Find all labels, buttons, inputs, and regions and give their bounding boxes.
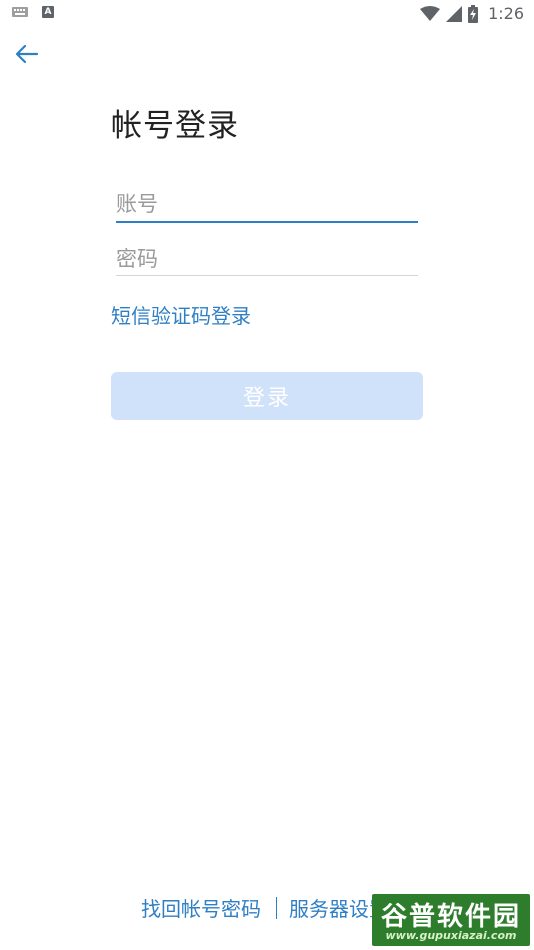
watermark-brand: 谷普软件园 (380, 902, 521, 932)
login-button[interactable]: 登录 (111, 372, 423, 420)
watermark-logo: 谷普软件园 www.gupuxiazai.com (372, 894, 530, 946)
battery-icon (468, 4, 479, 23)
watermark-url: www.gupuxiazai.com (385, 929, 517, 942)
footer-divider (276, 897, 277, 919)
password-underline (116, 275, 418, 276)
password-input[interactable] (116, 241, 418, 277)
cell-signal-icon (446, 5, 463, 22)
arrow-left-icon (15, 44, 39, 64)
status-bar-notifications: A (12, 6, 54, 18)
sms-login-link[interactable]: 短信验证码登录 (111, 300, 251, 329)
text-a-icon: A (42, 6, 54, 18)
status-bar-system: 1:26 (420, 4, 524, 23)
keyboard-icon (12, 7, 28, 17)
account-input[interactable] (116, 186, 418, 222)
forgot-account-password-link[interactable]: 找回帐号密码 (141, 893, 261, 922)
status-time: 1:26 (488, 4, 524, 23)
account-underline (116, 221, 418, 223)
status-bar: A 1:26 (0, 0, 534, 28)
back-button[interactable] (12, 40, 42, 68)
wifi-icon (420, 5, 441, 21)
page-title: 帐号登录 (111, 108, 239, 144)
